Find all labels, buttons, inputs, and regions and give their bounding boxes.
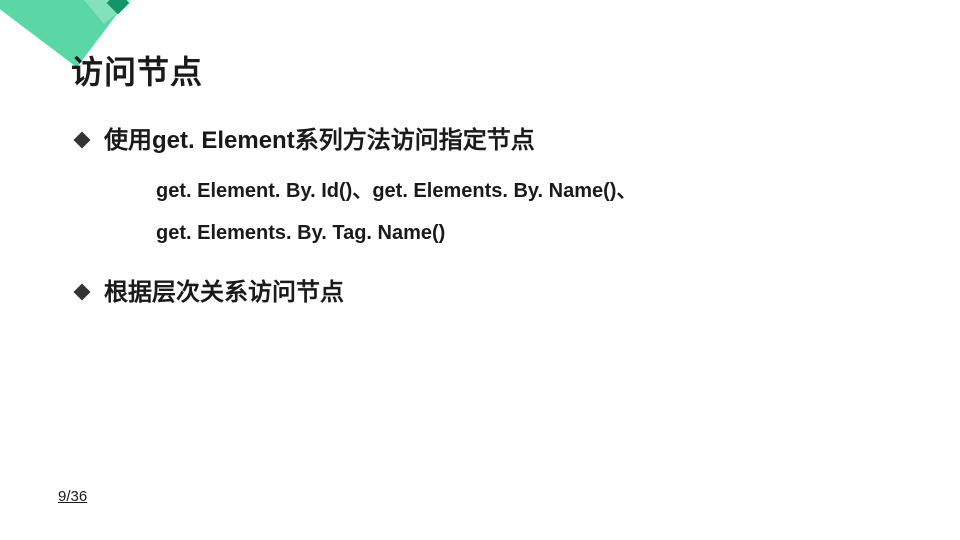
bullet-level1: 根据层次关系访问节点: [76, 276, 900, 310]
bullet-level2: get. Element. By. Id()、get. Elements. By…: [156, 170, 900, 212]
slide-title: 访问节点: [71, 47, 203, 93]
bullet-text: 使用get. Element系列方法访问指定节点: [104, 127, 535, 154]
bullet-text: get. Elements. By. Tag. Name(): [156, 222, 445, 244]
slide-content: 使用get. Element系列方法访问指定节点 get. Element. B…: [76, 110, 900, 319]
bullet-level2-block: get. Element. By. Id()、get. Elements. By…: [156, 170, 900, 254]
bullet-level2-cont: get. Elements. By. Tag. Name(): [156, 212, 900, 254]
diamond-bullet-icon: [74, 283, 91, 300]
bullet-text: get. Element. By. Id()、get. Elements. By…: [156, 180, 636, 202]
bullet-text: 根据层次关系访问节点: [104, 279, 344, 306]
bullet-level1: 使用get. Element系列方法访问指定节点: [76, 124, 900, 158]
diamond-bullet-icon: [74, 132, 91, 149]
slide: 访问节点 使用get. Element系列方法访问指定节点 get. Eleme…: [0, 0, 960, 540]
page-number: 9/36: [58, 488, 87, 505]
